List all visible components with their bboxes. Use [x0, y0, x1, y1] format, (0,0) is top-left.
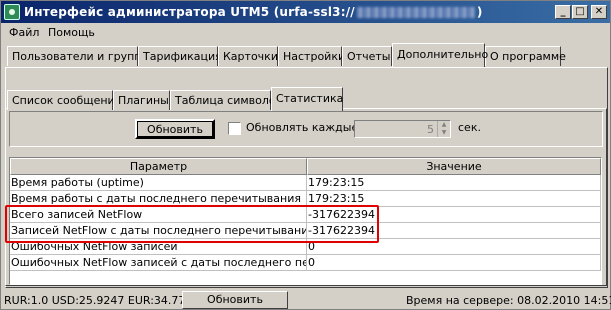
menu-file[interactable]: Файл: [9, 26, 39, 39]
column-header-value[interactable]: Значение: [307, 158, 601, 175]
minimize-button[interactable]: _: [555, 5, 571, 19]
spin-arrows-icon[interactable]: ▲ ▼: [437, 121, 450, 137]
tab-cards[interactable]: Карточки: [218, 46, 278, 66]
tab-settings[interactable]: Настройки: [278, 46, 345, 66]
server-time: Время на сервере: 08.02.2010 14:51:13: [406, 294, 611, 307]
table-header: Параметр Значение: [10, 158, 601, 175]
tab-message-list[interactable]: Список сообщений: [7, 90, 122, 110]
maximize-button[interactable]: □: [572, 5, 588, 19]
tab-about[interactable]: О программе: [485, 46, 566, 66]
window-title-host: (urfa-ssl3://: [273, 5, 355, 19]
tab-tariffs[interactable]: Тарификация: [138, 46, 222, 66]
value-cell: -317622394: [307, 207, 601, 223]
window-title: Интерфейс администратора UTM5 (urfa-ssl3…: [24, 5, 483, 19]
app-icon: [4, 4, 20, 20]
parameter-cell: Ошибочных NetFlow записей: [10, 239, 307, 255]
tab-reports[interactable]: Отчеты: [342, 46, 392, 66]
table-row[interactable]: Ошибочных NetFlow записей с даты последн…: [10, 255, 601, 271]
table-row[interactable]: Время работы (uptime) 179:23:15: [10, 175, 601, 191]
tab-plugins[interactable]: Плагины: [113, 90, 170, 110]
table-row[interactable]: Время работы с даты последнего перечитыв…: [10, 191, 601, 207]
parameter-cell: Время работы (uptime): [10, 175, 307, 191]
menu-help[interactable]: Помощь: [48, 26, 95, 39]
table-row[interactable]: Ошибочных NetFlow записей 0: [10, 239, 601, 255]
statistics-table: Параметр Значение Время работы (uptime) …: [9, 157, 602, 285]
auto-refresh-checkbox[interactable]: [228, 122, 241, 135]
tab-symbol-table[interactable]: Таблица символов: [170, 90, 282, 110]
tab-additional[interactable]: Дополнительно: [392, 43, 488, 67]
auto-refresh-label: Обновлять каждые: [246, 121, 359, 134]
table-row[interactable]: Всего записей NetFlow -317622394: [10, 207, 601, 223]
parameter-cell: Время работы с даты последнего перечитыв…: [10, 191, 307, 207]
tab-users-groups[interactable]: Пользователи и группы: [7, 46, 150, 66]
currency-rates: RUR:1.0 USD:25.9247 EUR:34.778: [4, 294, 193, 307]
parameter-cell: Всего записей NetFlow: [10, 207, 307, 223]
interval-spinbox[interactable]: 5 ▲ ▼: [354, 120, 451, 138]
statistics-toolbar: Обновить Обновлять каждые 5 ▲ ▼ сек.: [9, 111, 603, 147]
status-refresh-button[interactable]: Обновить: [182, 291, 288, 309]
parameter-cell: Записей NetFlow с даты последнего перечи…: [10, 223, 307, 239]
value-cell: 0: [307, 239, 601, 255]
table-row[interactable]: Записей NetFlow с даты последнего перечи…: [10, 223, 601, 239]
status-bar: RUR:1.0 USD:25.9247 EUR:34.778 Обновить …: [1, 290, 611, 310]
close-button[interactable]: ✕: [591, 5, 607, 19]
menu-bar: Файл Помощь: [1, 23, 610, 42]
refresh-button[interactable]: Обновить: [135, 119, 215, 139]
window-title-text: Интерфейс администратора UTM5: [24, 5, 270, 19]
title-bar[interactable]: Интерфейс администратора UTM5 (urfa-ssl3…: [1, 1, 610, 23]
main-window: Интерфейс администратора UTM5 (urfa-ssl3…: [0, 0, 611, 310]
window-title-suffix: ): [476, 5, 483, 19]
parameter-cell: Ошибочных NetFlow записей с даты последн…: [10, 255, 307, 271]
column-header-parameter[interactable]: Параметр: [10, 158, 307, 175]
interval-value: 5: [427, 123, 434, 136]
value-cell: -317622394: [307, 223, 601, 239]
tab-statistics[interactable]: Статистика: [271, 87, 343, 111]
redacted-hostname: [356, 7, 475, 18]
value-cell: 179:23:15: [307, 175, 601, 191]
value-cell: 0: [307, 255, 601, 271]
value-cell: 179:23:15: [307, 191, 601, 207]
interval-unit: сек.: [458, 121, 481, 134]
